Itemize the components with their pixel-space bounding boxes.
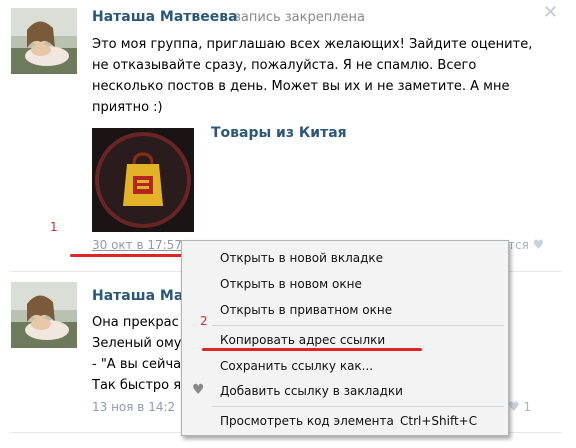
- menu-open-new-window[interactable]: Открыть в новом окне: [220, 277, 362, 291]
- menu-add-bookmark[interactable]: Добавить ссылку в закладки: [220, 384, 403, 398]
- like-button[interactable]: тся ♥: [508, 238, 544, 253]
- post-date-link[interactable]: 30 окт в 17:57: [92, 238, 182, 252]
- author-avatar[interactable]: [11, 282, 77, 348]
- menu-open-new-tab[interactable]: Открыть в новой вкладке: [220, 251, 383, 265]
- context-menu: Открыть в новой вкладке Открыть в новом …: [181, 240, 509, 436]
- annotation-underline-2: [202, 348, 422, 351]
- annotation-number-2: 2: [200, 314, 208, 328]
- heart-icon: ♥: [508, 400, 520, 415]
- menu-separator: [212, 406, 504, 407]
- annotation-underline-1: [70, 254, 188, 257]
- post-text-line: приятно :): [92, 100, 163, 115]
- menu-open-private-window[interactable]: Открыть в приватном окне: [220, 303, 392, 317]
- post-text-line: не отказывайте сразу, пожалуйста. Я не с…: [92, 58, 477, 73]
- close-icon[interactable]: ✕: [543, 4, 558, 22]
- menu-inspect-element[interactable]: Просмотреть код элемента: [220, 414, 394, 428]
- post-text-line: Это моя группа, приглашаю всех желающих!…: [92, 37, 533, 52]
- menu-save-link-as[interactable]: Сохранить ссылку как...: [220, 359, 373, 373]
- like-count: 1: [523, 400, 532, 414]
- bookmark-heart-icon: ♥: [192, 382, 205, 398]
- post-date-link[interactable]: 13 ноя в 14:2: [92, 400, 175, 414]
- menu-separator: [212, 325, 504, 326]
- heart-icon: ♥: [532, 238, 545, 253]
- post-text-line: несколько постов в день. Может вы их и н…: [92, 79, 510, 94]
- group-image[interactable]: [92, 128, 194, 232]
- post-text: Это моя группа, приглашаю всех желающих!…: [92, 34, 556, 118]
- author-name-link[interactable]: Наташа Матвеева: [92, 9, 238, 25]
- group-link[interactable]: Товары из Китая: [211, 125, 347, 141]
- like-label: тся: [508, 238, 529, 252]
- menu-copy-link-address[interactable]: Копировать адрес ссылки: [220, 333, 385, 347]
- menu-inspect-shortcut: Ctrl+Shift+C: [400, 414, 478, 428]
- annotation-number-1: 1: [50, 220, 58, 234]
- author-avatar[interactable]: [11, 8, 77, 74]
- post-pinned: Наташа Матвеева запись закреплена ✕ Это …: [0, 0, 576, 272]
- pinned-label: запись закреплена: [234, 10, 366, 25]
- like-button[interactable]: ♥ 1: [508, 400, 531, 415]
